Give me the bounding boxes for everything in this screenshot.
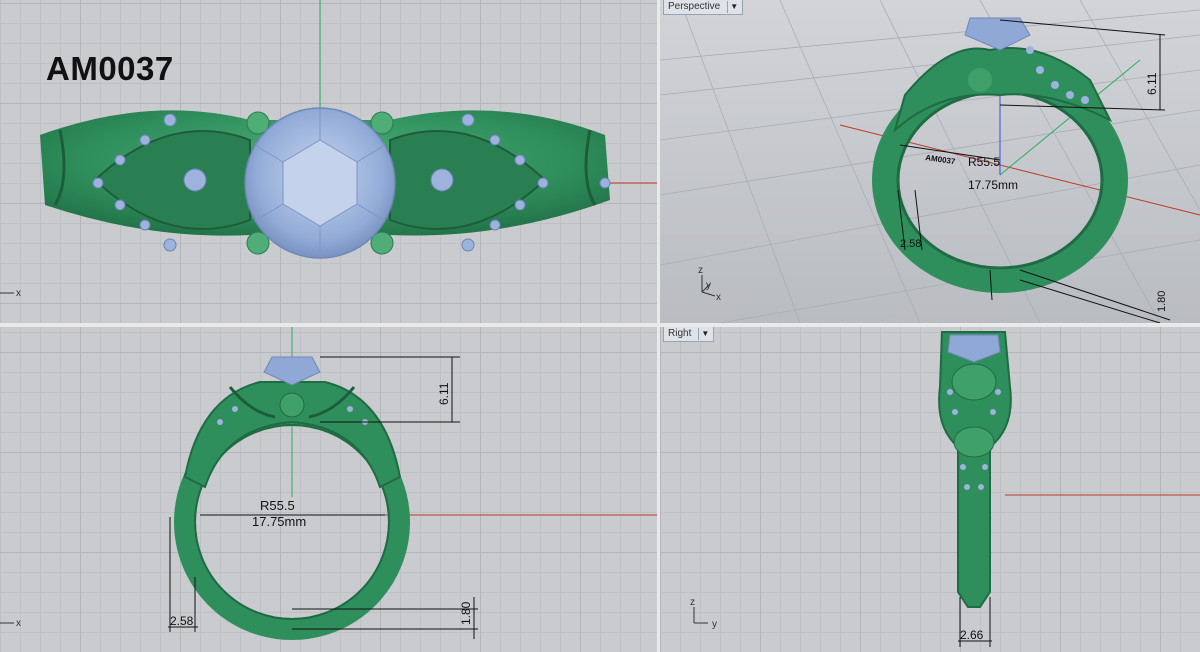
top-viewport[interactable]: x AM0037 [0,0,657,323]
perspective-viewport[interactable]: R55.5 17.75mm AM0037 6.11 2.58 1.80 x z … [660,0,1200,323]
ring-right-side [938,331,1012,608]
front-viewport[interactable]: 6.11 R55.5 17.75mm 2.58 1.80 x [0,327,657,652]
right-view-canvas: 2.66 y z [690,331,1200,647]
svg-text:2.58: 2.58 [170,614,194,628]
axis-gizmo-right: y z [690,597,717,630]
svg-text:z: z [698,265,703,276]
svg-text:17.75mm: 17.75mm [968,178,1018,192]
svg-text:z: z [690,597,695,608]
perspective-viewport-tab[interactable]: Perspective ▼ [663,0,744,15]
right-viewport-tab[interactable]: Right ▼ [663,327,715,342]
svg-text:R55.5: R55.5 [260,498,295,513]
perspective-canvas: R55.5 17.75mm AM0037 6.11 2.58 1.80 x z … [660,0,1200,323]
top-view-canvas: x [0,0,657,299]
svg-text:x: x [16,618,21,629]
viewport-title: Perspective [668,1,721,12]
axis-gizmo-top: x [0,288,21,299]
svg-text:x: x [716,292,721,303]
svg-text:1.80: 1.80 [459,601,473,625]
svg-text:2.58: 2.58 [900,238,921,250]
svg-text:1.80: 1.80 [1156,291,1168,312]
front-view-canvas: 6.11 R55.5 17.75mm 2.58 1.80 x [0,327,657,640]
svg-text:2.66: 2.66 [960,628,984,642]
chevron-down-icon[interactable]: ▼ [727,1,740,13]
chevron-down-icon[interactable]: ▼ [698,328,711,340]
model-code-label: AM0037 [46,50,174,87]
svg-text:6.11: 6.11 [437,382,451,405]
svg-text:6.11: 6.11 [1145,72,1159,95]
svg-text:17.75mm: 17.75mm [252,514,306,529]
right-viewport[interactable]: 2.66 y z Right ▼ [660,327,1200,652]
center-stone [244,107,396,259]
axis-gizmo-front: x [0,618,21,629]
svg-text:y: y [706,280,711,291]
viewport-title: Right [668,328,692,339]
svg-text:R55.5: R55.5 [968,155,1000,169]
svg-text:y: y [712,619,717,630]
svg-text:x: x [16,288,21,299]
